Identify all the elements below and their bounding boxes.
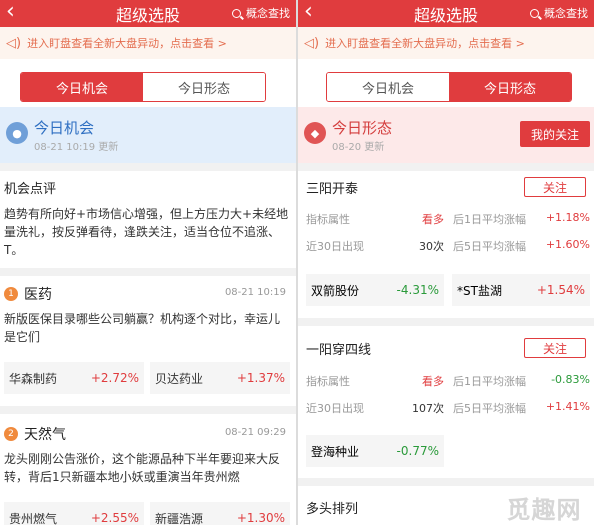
speaker-icon: ◁) — [304, 35, 320, 51]
follow-pattern-button[interactable]: 关注 — [524, 177, 586, 197]
tab-today-pattern[interactable]: 今日形态 — [449, 73, 571, 101]
follow-pattern-button[interactable]: 关注 — [524, 338, 586, 358]
stock-card[interactable]: 华森制药 +2.72% — [4, 362, 144, 394]
stock-name: 新疆浩源 — [155, 511, 204, 525]
search-icon — [232, 8, 241, 18]
my-follow-button[interactable]: 我的关注 — [520, 121, 590, 147]
news-time: 08-21 09:29 — [224, 427, 286, 438]
concept-search-label: 概念查找 — [544, 7, 588, 20]
stock-change: +2.55% — [90, 511, 139, 525]
news-number-badge: 1 — [4, 287, 18, 301]
day5-label: 后5日平均涨幅 — [453, 402, 526, 415]
pattern-icon: ◆ — [304, 122, 326, 144]
news-stock-row: 贵州燃气 +2.55% 新疆浩源 +1.30% — [4, 502, 290, 525]
pattern-banner: ◆ 今日形态 08-20 更新 我的关注 — [298, 107, 594, 163]
day1-value: -0.83% — [551, 373, 590, 386]
stock-name: 华森制药 — [9, 371, 58, 386]
banner-date: 08-21 10:19 更新 — [34, 142, 119, 153]
concept-search-button[interactable]: 概念查找 — [530, 5, 588, 21]
divider — [298, 478, 594, 486]
opportunity-banner: ● 今日机会 08-21 10:19 更新 — [0, 107, 296, 163]
day1-value: +1.18% — [545, 211, 590, 224]
day5-value: +1.60% — [545, 238, 590, 251]
tab-today-opportunity[interactable]: 今日机会 — [327, 73, 449, 101]
header-bar: ‹ 超级选股 概念查找 — [298, 0, 594, 27]
divider — [298, 318, 594, 326]
stock-card[interactable]: 贝达药业 +1.37% — [150, 362, 290, 394]
news-item-header[interactable]: 2 天然气 08-21 09:29 — [4, 424, 290, 444]
stock-name: 双箭股份 — [311, 283, 360, 298]
notice-bar[interactable]: ◁) 进入盯盘查看全新大盘异动，点击查看 > — [298, 27, 594, 59]
stock-card[interactable]: *ST盐湖 +1.54% — [452, 274, 590, 306]
news-stock-row: 华森制药 +2.72% 贝达药业 +1.37% — [4, 362, 290, 394]
pattern-name: 多头排列 — [306, 502, 359, 517]
notice-text: 进入盯盘查看全新大盘异动，点击查看 > — [325, 37, 525, 50]
divider — [0, 406, 296, 414]
banner-date: 08-20 更新 — [332, 142, 385, 153]
concept-search-label: 概念查找 — [246, 7, 290, 20]
news-category: 天然气 — [24, 427, 66, 443]
day5-value: +1.41% — [545, 400, 590, 413]
news-number-badge: 2 — [4, 427, 18, 441]
attr-value: 看多 — [422, 375, 444, 388]
notice-text: 进入盯盘查看全新大盘异动，点击查看 > — [27, 37, 227, 50]
attr-label: 指标属性 — [306, 213, 350, 226]
news-category: 医药 — [24, 287, 52, 303]
pattern-name: 三阳开泰 — [306, 182, 359, 197]
stock-name: 贝达药业 — [155, 371, 204, 386]
header-bar: ‹ 超级选股 概念查找 — [0, 0, 296, 27]
day1-label: 后1日平均涨幅 — [453, 375, 526, 388]
news-time: 08-21 10:19 — [224, 287, 286, 298]
count-label: 近30日出现 — [306, 240, 364, 253]
stock-card[interactable]: 新疆浩源 +1.30% — [150, 502, 290, 525]
banner-title: 今日形态 — [332, 119, 393, 137]
count-value: 107次 — [412, 402, 444, 415]
comment-title: 机会点评 — [4, 182, 57, 197]
pattern-name: 一阳穿四线 — [306, 343, 372, 358]
stock-name: *ST盐湖 — [457, 283, 502, 298]
day5-label: 后5日平均涨幅 — [453, 240, 526, 253]
divider — [298, 163, 594, 171]
stock-change: -0.77% — [396, 444, 439, 458]
day1-label: 后1日平均涨幅 — [453, 213, 526, 226]
stock-change: -4.31% — [396, 283, 439, 297]
search-icon — [530, 8, 539, 18]
concept-search-button[interactable]: 概念查找 — [232, 5, 290, 21]
news-text[interactable]: 龙头刚刚公告涨价，这个能源品种下半年要迎来大反转，背后1只新疆本地小妖或重演当年… — [4, 450, 290, 486]
tab-today-pattern[interactable]: 今日形态 — [143, 73, 265, 101]
news-text[interactable]: 新版医保目录哪些公司躺赢？机构逐个对比，幸运儿是它们 — [4, 310, 290, 346]
stock-card[interactable]: 登海种业 -0.77% — [306, 435, 444, 467]
stock-name: 贵州燃气 — [9, 511, 58, 525]
stock-card[interactable]: 双箭股份 -4.31% — [306, 274, 444, 306]
speaker-icon: ◁) — [6, 35, 22, 51]
notice-bar[interactable]: ◁) 进入盯盘查看全新大盘异动，点击查看 > — [0, 27, 296, 59]
banner-title: 今日机会 — [34, 119, 95, 137]
stock-card[interactable]: 贵州燃气 +2.55% — [4, 502, 144, 525]
left-screen: ‹ 超级选股 概念查找 ◁) 进入盯盘查看全新大盘异动，点击查看 > 今日机会 … — [0, 0, 296, 525]
stock-change: +1.54% — [536, 283, 585, 297]
watermark: 觅趣网 — [506, 496, 582, 524]
count-value: 30次 — [419, 240, 444, 253]
stock-change: +2.72% — [90, 371, 139, 385]
stock-name: 登海种业 — [311, 444, 360, 459]
attr-value: 看多 — [422, 213, 444, 226]
news-item-header[interactable]: 1 医药 08-21 10:19 — [4, 284, 290, 304]
opportunity-icon: ● — [6, 122, 28, 144]
stock-change: +1.37% — [236, 371, 285, 385]
attr-label: 指标属性 — [306, 375, 350, 388]
divider — [0, 163, 296, 171]
stock-change: +1.30% — [236, 511, 285, 525]
comment-text: 趋势有所向好+市场信心增强，但上方压力大+未经地量洗礼，按反弹看待，逢跌关注，适… — [4, 207, 289, 257]
count-label: 近30日出现 — [306, 402, 364, 415]
tab-today-opportunity[interactable]: 今日机会 — [21, 73, 143, 101]
right-screen: ‹ 超级选股 概念查找 ◁) 进入盯盘查看全新大盘异动，点击查看 > 今日机会 … — [298, 0, 594, 525]
tab-bar: 今日机会 今日形态 — [326, 72, 572, 102]
divider — [0, 268, 296, 276]
tab-bar: 今日机会 今日形态 — [20, 72, 266, 102]
